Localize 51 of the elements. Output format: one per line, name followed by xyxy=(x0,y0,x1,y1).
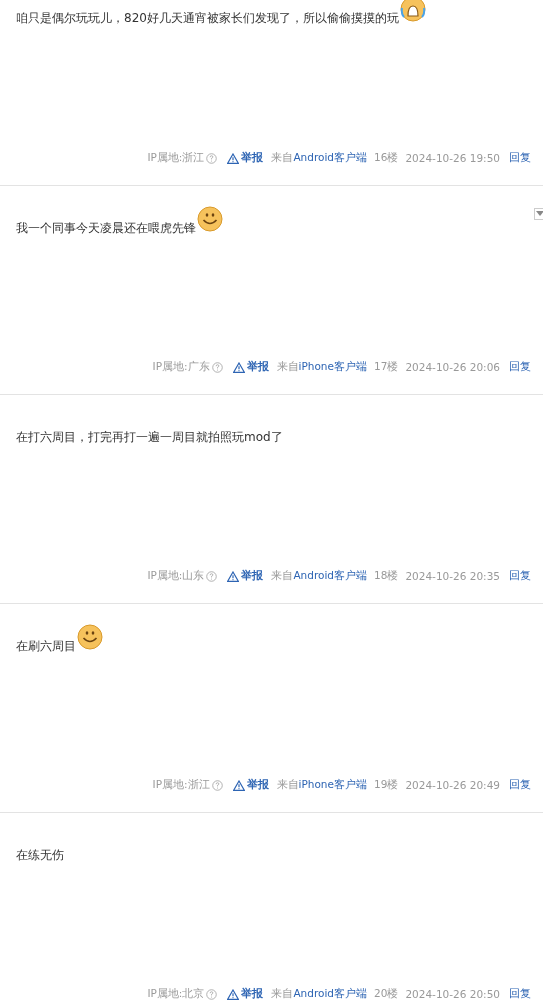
client-link[interactable]: iPhone客户端 xyxy=(298,360,367,374)
floor-number: 19楼 xyxy=(374,778,399,792)
report-link[interactable]: 举报 xyxy=(246,778,269,792)
post-time: 2024-10-26 20:35 xyxy=(405,570,500,582)
warning-icon xyxy=(227,152,240,164)
help-icon[interactable] xyxy=(206,988,218,1000)
ip-location: IP属地:山东 xyxy=(147,569,205,583)
post-time: 2024-10-26 20:50 xyxy=(405,988,500,1000)
post-text: 在刷六周目 xyxy=(16,638,76,654)
source-label: 来自 xyxy=(271,987,294,1001)
report-link[interactable]: 举报 xyxy=(241,987,264,1001)
dropdown-toggle[interactable] xyxy=(534,208,543,220)
client-link[interactable]: Android客户端 xyxy=(293,987,367,1001)
post-time: 2024-10-26 19:50 xyxy=(405,152,500,164)
warning-icon xyxy=(227,988,240,1000)
reply-link[interactable]: 回复 xyxy=(509,151,531,165)
help-icon[interactable] xyxy=(206,570,218,582)
report-link[interactable]: 举报 xyxy=(241,151,264,165)
warning-icon xyxy=(227,570,240,582)
reply-link[interactable]: 回复 xyxy=(509,569,531,583)
warning-icon xyxy=(232,779,245,791)
ip-location: IP属地:广东 xyxy=(152,360,210,374)
client-link[interactable]: Android客户端 xyxy=(293,569,367,583)
post-time: 2024-10-26 20:49 xyxy=(405,779,500,791)
floor-number: 18楼 xyxy=(374,569,399,583)
post-text: 在打六周目，打完再打一遍一周目就拍照玩mod了 xyxy=(16,429,283,445)
floor-number: 17楼 xyxy=(374,360,399,374)
help-icon[interactable] xyxy=(206,152,218,164)
ip-location: IP属地:浙江 xyxy=(147,151,205,165)
client-link[interactable]: iPhone客户端 xyxy=(298,778,367,792)
report-link[interactable]: 举报 xyxy=(241,569,264,583)
source-label: 来自 xyxy=(271,569,294,583)
source-label: 来自 xyxy=(276,360,299,374)
reply-link[interactable]: 回复 xyxy=(509,987,531,1001)
reply-link[interactable]: 回复 xyxy=(509,360,531,374)
floor-number: 20楼 xyxy=(374,987,399,1001)
ip-location: IP属地:浙江 xyxy=(152,778,210,792)
warning-icon xyxy=(232,361,245,373)
floor-number: 16楼 xyxy=(374,151,399,165)
help-icon[interactable] xyxy=(211,779,223,791)
post-text: 咱只是偶尔玩玩儿，820好几天通宵被家长们发现了，所以偷偷摸摸的玩 xyxy=(16,10,399,26)
ip-location: IP属地:北京 xyxy=(147,987,205,1001)
reply-link[interactable]: 回复 xyxy=(509,778,531,792)
post-text: 我一个同事今天凌晨还在喂虎先锋 xyxy=(16,220,196,236)
help-icon[interactable] xyxy=(211,361,223,373)
report-link[interactable]: 举报 xyxy=(246,360,269,374)
post-time: 2024-10-26 20:06 xyxy=(405,361,500,373)
client-link[interactable]: Android客户端 xyxy=(293,151,367,165)
source-label: 来自 xyxy=(271,151,294,165)
post-text: 在练无伤 xyxy=(16,847,64,863)
source-label: 来自 xyxy=(276,778,299,792)
